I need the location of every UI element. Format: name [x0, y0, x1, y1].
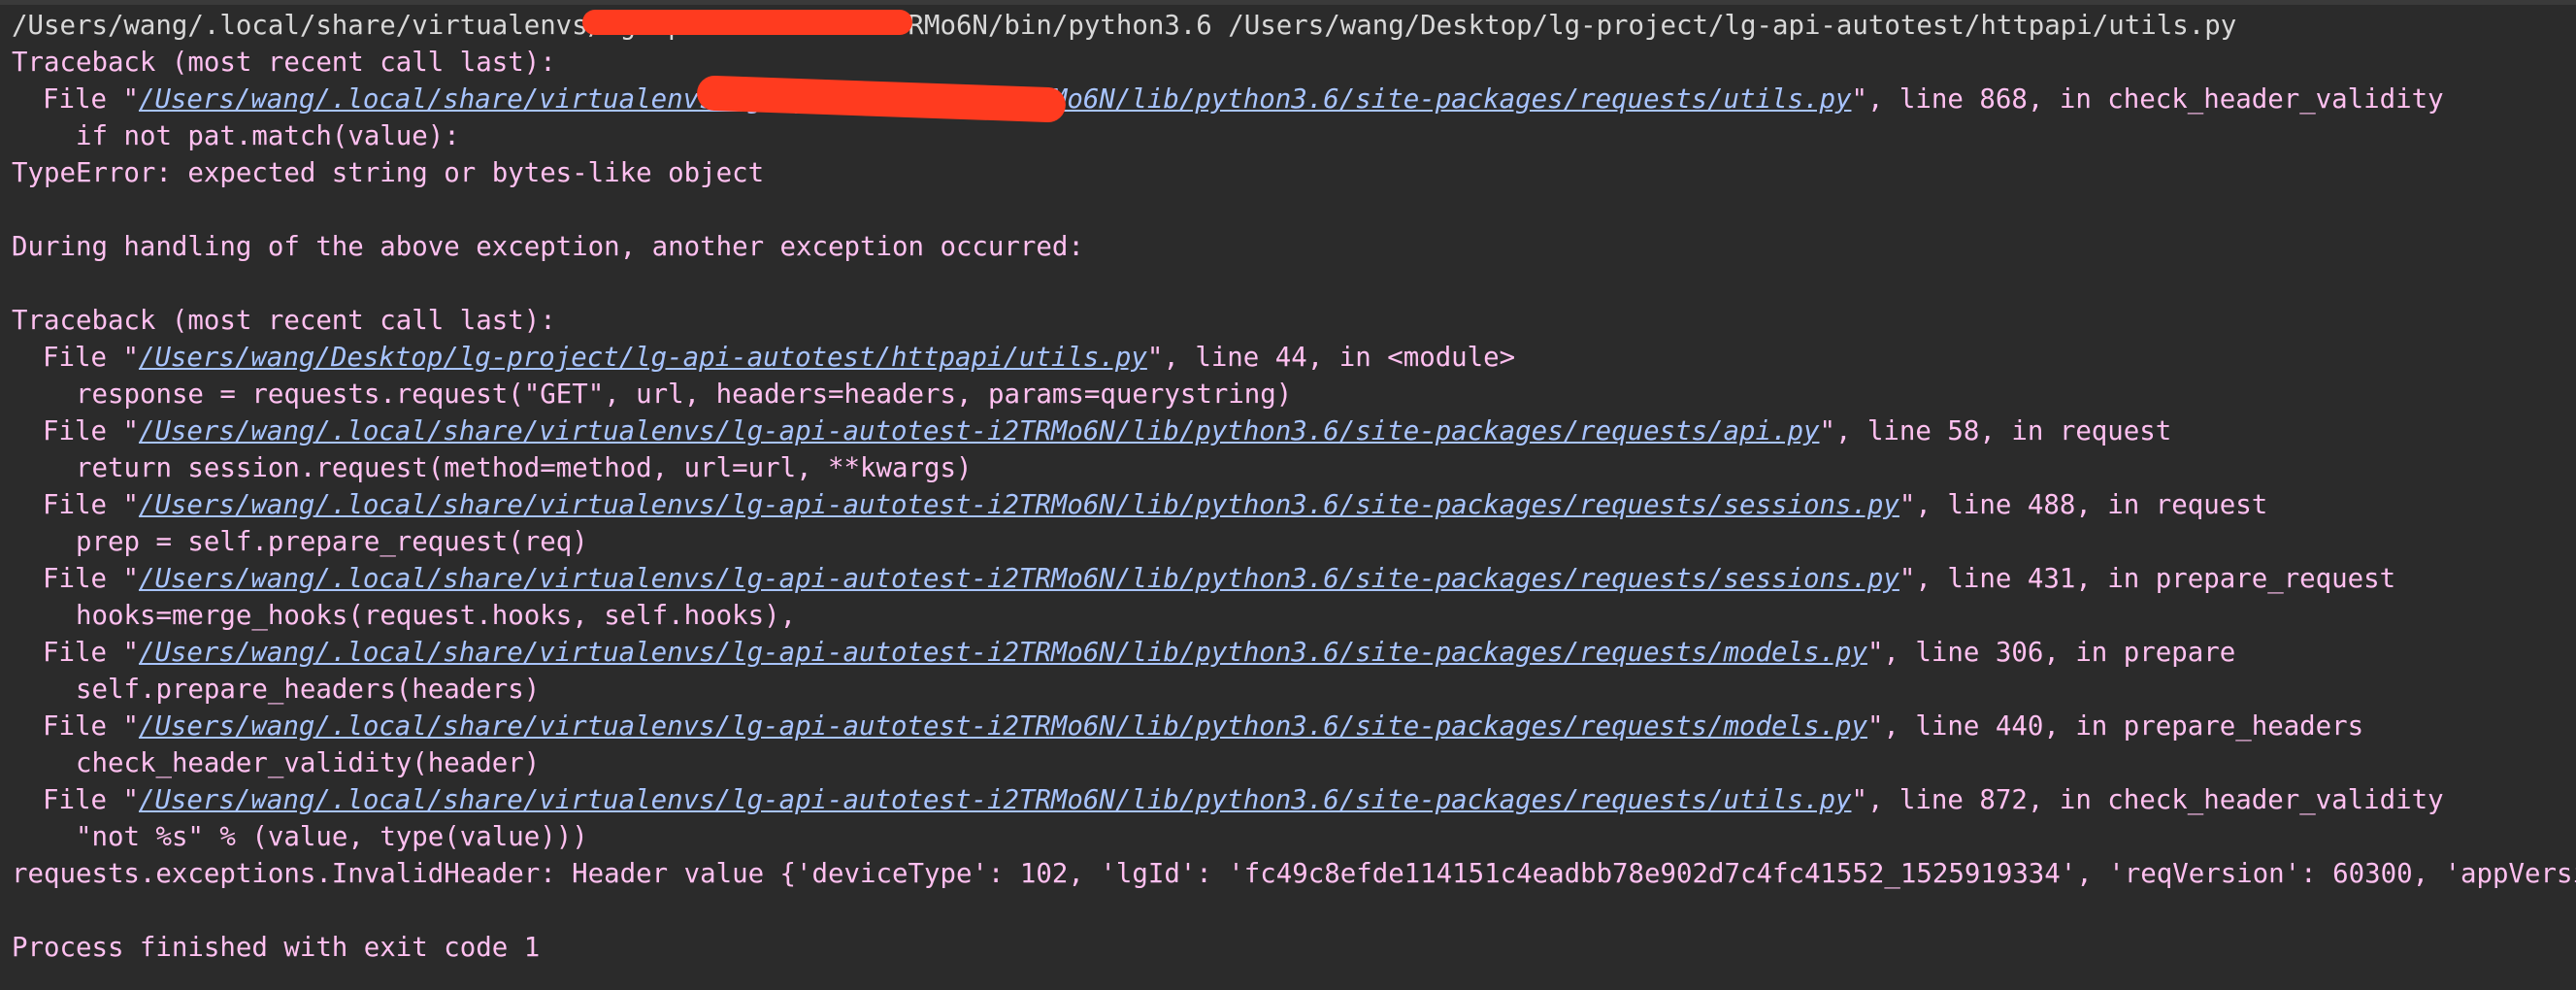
frame-code: return session.request(method=method, ur… [76, 453, 973, 483]
traceback-frame: File "/Users/wang/.local/share/virtualen… [0, 82, 2576, 118]
frame-file-link[interactable]: /Users/wang/Desktop/lg-project/lg-api-au… [139, 343, 1147, 373]
type-error-message: TypeError: expected string or bytes-like… [12, 158, 765, 188]
frame-code: "not %s" % (value, type(value))) [76, 822, 588, 852]
redaction-mark [582, 10, 912, 35]
frame-suffix: ", line 44, in <module> [1146, 343, 1516, 373]
frame-code: if not pat.match(value): [76, 121, 460, 151]
run-command: /Users/wang/.local/share/virtualenvs/lg-… [12, 11, 2237, 41]
frame-prefix: File " [43, 416, 139, 446]
frame-code: hooks=merge_hooks(request.hooks, self.ho… [76, 601, 797, 631]
during-handling-message: During handling of the above exception, … [12, 232, 1084, 262]
exit-message: Process finished with exit code 1 [12, 933, 541, 963]
frame-file-link[interactable]: /Users/wang/.local/share/virtualenvs/lg-… [139, 490, 1899, 520]
invalid-header-error: requests.exceptions.InvalidHeader: Heade… [12, 859, 2576, 889]
frame-suffix: ", line 872, in check_header_validity [1851, 785, 2444, 815]
frame-prefix: File " [43, 490, 139, 520]
frame-file-link[interactable]: /Users/wang/.local/share/virtualenvs/lg-… [139, 564, 1899, 594]
frame-file-link[interactable]: /Users/wang/.local/share/virtualenvs/lg-… [139, 638, 1867, 668]
frame-code: check_header_validity(header) [76, 748, 541, 778]
traceback-header: Traceback (most recent call last): [12, 306, 556, 336]
traceback-frame: File "/Users/wang/.local/share/virtualen… [0, 487, 2576, 524]
frame-suffix: ", line 440, in prepare_headers [1866, 711, 2364, 742]
frame-code: prep = self.prepare_request(req) [76, 527, 588, 557]
frame-file-link[interactable]: /Users/wang/.local/share/virtualenvs/lg-… [139, 416, 1820, 446]
frame-code: self.prepare_headers(headers) [76, 675, 541, 705]
traceback-frame: File "/Users/wang/.local/share/virtualen… [0, 782, 2576, 819]
traceback-frame: File "/Users/wang/.local/share/virtualen… [0, 413, 2576, 450]
run-console[interactable]: /Users/wang/.local/share/virtualenvs/lg-… [0, 0, 2576, 990]
frame-prefix: File " [43, 564, 139, 594]
frame-suffix: ", line 58, in request [1819, 416, 2172, 446]
frame-file-link[interactable]: /Users/wang/.local/share/virtualenvs/lg-… [139, 785, 1852, 815]
traceback-frame: File "/Users/wang/.local/share/virtualen… [0, 635, 2576, 672]
frame-suffix: ", line 868, in check_header_validity [1851, 84, 2444, 115]
frame-prefix: File " [43, 711, 139, 742]
traceback-header: Traceback (most recent call last): [12, 48, 556, 78]
traceback-frame: File "/Users/wang/.local/share/virtualen… [0, 709, 2576, 745]
frame-prefix: File " [43, 343, 139, 373]
traceback-frame: File "/Users/wang/.local/share/virtualen… [0, 561, 2576, 598]
frame-code: response = requests.request("GET", url, … [76, 380, 1293, 410]
frame-prefix: File " [43, 785, 139, 815]
frame-suffix: ", line 488, in request [1899, 490, 2268, 520]
frame-suffix: ", line 431, in prepare_request [1899, 564, 2396, 594]
frame-suffix: ", line 306, in prepare [1866, 638, 2236, 668]
frame-file-link[interactable]: /Users/wang/.local/share/virtualenvs/lg-… [139, 711, 1867, 742]
traceback-frame: File "/Users/wang/Desktop/lg-project/lg-… [0, 340, 2576, 377]
frame-prefix: File " [43, 84, 139, 115]
frame-prefix: File " [43, 638, 139, 668]
